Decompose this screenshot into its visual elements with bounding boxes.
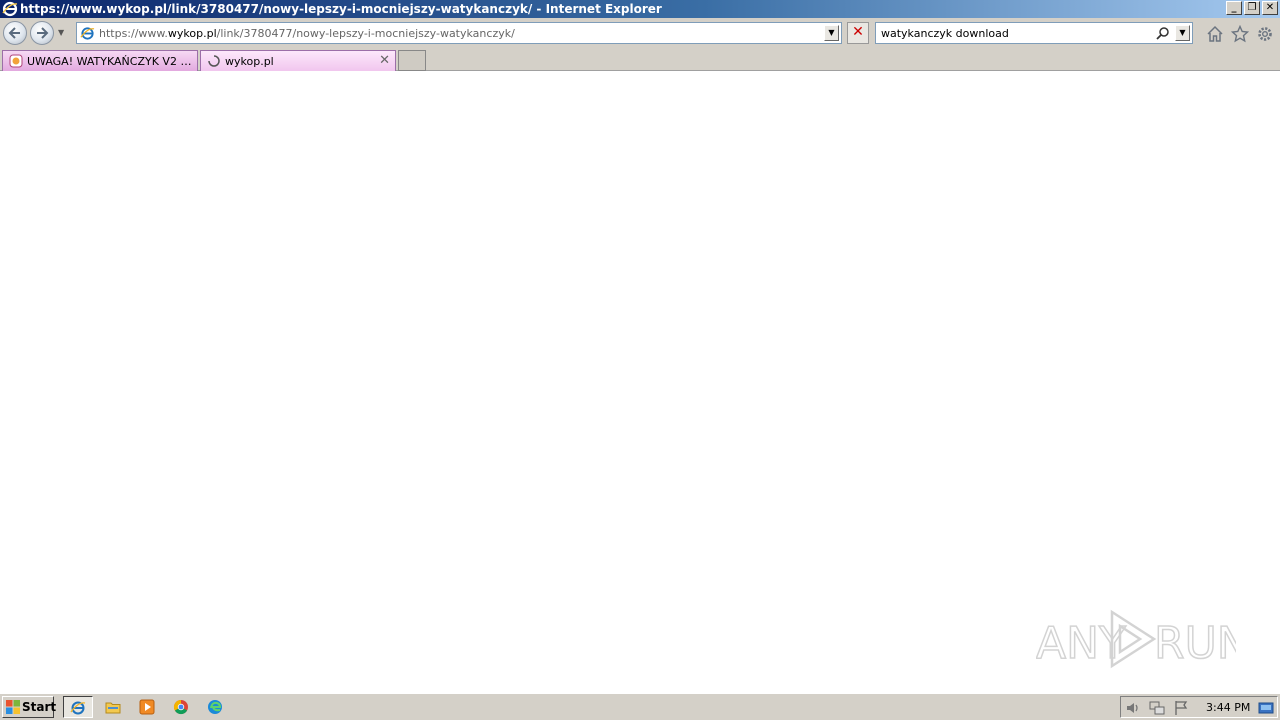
- minimize-button[interactable]: _: [1226, 1, 1242, 15]
- taskbar-internet-explorer[interactable]: [63, 696, 93, 718]
- folder-icon: [105, 702, 121, 714]
- tab-close-icon[interactable]: ✕: [379, 53, 390, 68]
- start-label: Start: [22, 700, 57, 714]
- chrome-icon: [173, 699, 188, 715]
- volume-icon[interactable]: [1125, 700, 1141, 716]
- window-titlebar[interactable]: https://www.wykop.pl/link/3780477/nowy-l…: [0, 0, 1280, 18]
- start-button[interactable]: Start: [2, 696, 57, 718]
- close-x-icon: ✕: [852, 24, 864, 40]
- address-url[interactable]: https://www.wykop.pl/link/3780477/nowy-l…: [99, 27, 515, 40]
- search-dropdown-button[interactable]: ▼: [1175, 25, 1190, 41]
- tab-label: wykop.pl: [225, 55, 274, 68]
- taskbar-media-player[interactable]: [133, 696, 161, 718]
- back-button[interactable]: [3, 21, 27, 45]
- taskbar-edge[interactable]: [201, 696, 229, 718]
- home-icon[interactable]: [1206, 25, 1224, 43]
- navigation-bar: ▼ https://www.wykop.pl/link/3780477/nowy…: [0, 18, 1280, 48]
- url-path: /link/3780477/nowy-lepszy-i-mocniejszy-w…: [216, 27, 515, 40]
- address-dropdown-button[interactable]: ▼: [824, 25, 839, 41]
- forward-button[interactable]: [30, 21, 54, 45]
- tab-wykop[interactable]: wykop.pl ✕: [200, 50, 396, 71]
- tab-label: UWAGA! WATYKAŃCZYK V2 dru...: [27, 55, 195, 68]
- internet-explorer-icon: [2, 1, 18, 17]
- watermark-text-run: RUN: [1154, 618, 1236, 669]
- edge-icon: [208, 700, 222, 714]
- network-icon[interactable]: [1149, 700, 1165, 716]
- anyrun-watermark-logo: ANY RUN: [1036, 609, 1236, 670]
- search-query[interactable]: watykanczyk download: [881, 27, 1009, 40]
- recent-pages-dropdown-icon[interactable]: ▼: [58, 28, 64, 37]
- action-center-flag-icon[interactable]: [1173, 700, 1189, 716]
- page-ie-icon: [80, 27, 95, 40]
- window-title: https://www.wykop.pl/link/3780477/nowy-l…: [20, 2, 662, 16]
- arrow-left-icon: [8, 27, 20, 39]
- url-domain: wykop.pl: [167, 27, 217, 40]
- taskbar-chrome[interactable]: [167, 696, 195, 718]
- media-player-icon: [139, 699, 155, 715]
- search-icon[interactable]: [1156, 26, 1170, 40]
- page-content: [0, 71, 1280, 692]
- stop-button[interactable]: ✕: [847, 22, 869, 44]
- taskbar: Start 3:44 PM: [0, 692, 1280, 720]
- search-box[interactable]: watykanczyk download ▼: [875, 22, 1193, 44]
- new-tab-button[interactable]: [398, 50, 426, 71]
- tab-uwaga[interactable]: UWAGA! WATYKAŃCZYK V2 dru...: [2, 50, 198, 71]
- internet-explorer-icon: [70, 701, 86, 715]
- taskbar-file-explorer[interactable]: [99, 696, 127, 718]
- clock[interactable]: 3:44 PM: [1206, 701, 1250, 714]
- windows-logo-icon: [6, 700, 20, 714]
- address-bar[interactable]: https://www.wykop.pl/link/3780477/nowy-l…: [76, 22, 842, 44]
- gear-icon[interactable]: [1256, 25, 1274, 43]
- arrow-right-icon: [37, 27, 49, 39]
- star-icon[interactable]: [1231, 25, 1249, 43]
- restore-button[interactable]: ❐: [1244, 1, 1260, 15]
- favicon-icon: [9, 54, 23, 68]
- show-desktop-icon[interactable]: [1258, 700, 1274, 716]
- close-button[interactable]: ✕: [1262, 1, 1278, 15]
- loading-spinner-icon: [208, 55, 220, 67]
- tab-bar: UWAGA! WATYKAŃCZYK V2 dru... wykop.pl ✕: [0, 48, 1280, 71]
- system-tray: 3:44 PM: [1120, 696, 1278, 718]
- url-prefix: https://www.: [99, 27, 168, 40]
